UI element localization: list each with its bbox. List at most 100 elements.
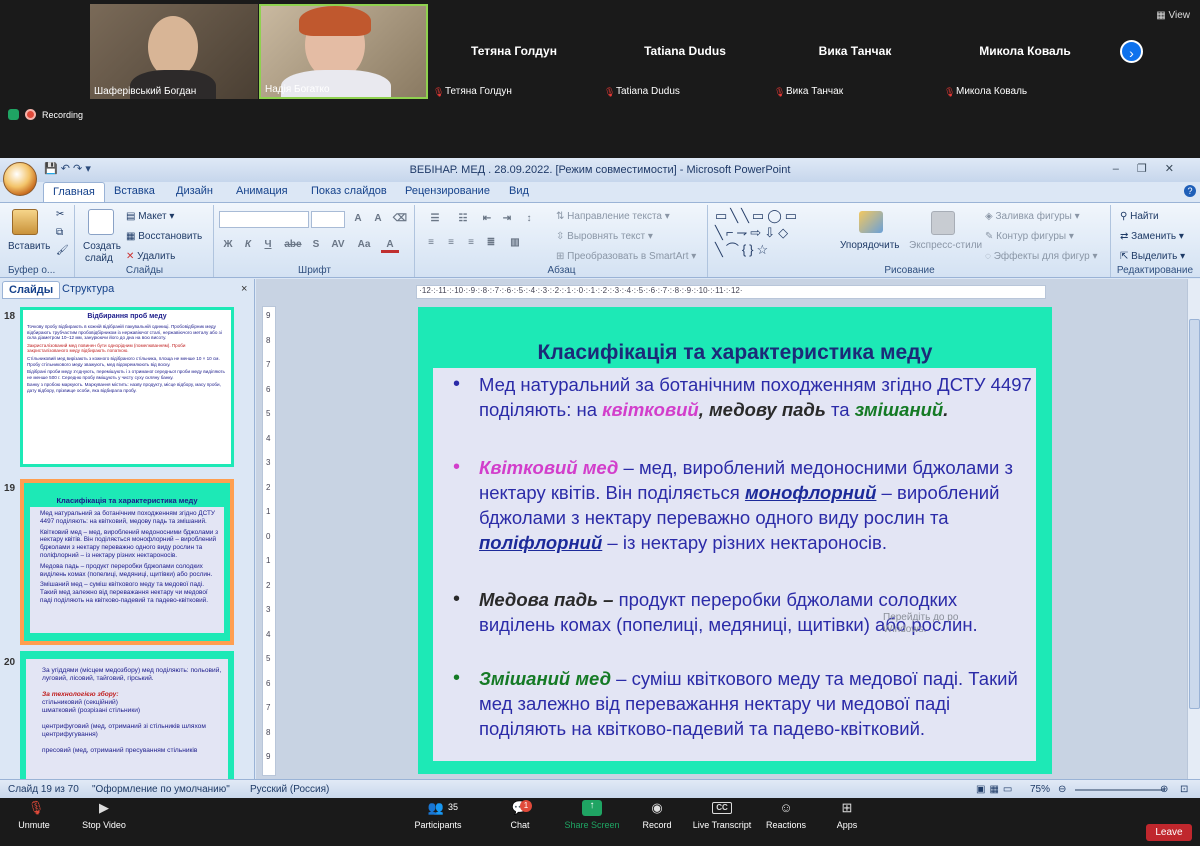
new-slide-button[interactable]: Создать [83, 241, 121, 252]
align-center-icon[interactable]: ≡ [442, 235, 460, 251]
apps-button[interactable]: Apps [830, 820, 864, 830]
character-spacing-button[interactable]: AV [327, 237, 349, 253]
select-button[interactable]: ⇱ Выделить ▾ [1120, 251, 1185, 262]
save-icon[interactable]: 💾 [44, 163, 58, 175]
clear-formatting-icon[interactable]: ⌫ [391, 211, 409, 227]
align-text-button[interactable]: ⇳ Выровнять текст ▾ [556, 231, 653, 242]
tab-slides[interactable]: Слайды [2, 281, 61, 299]
new-slide-icon[interactable] [88, 209, 114, 235]
reactions-icon[interactable]: ☺ [776, 800, 796, 816]
tab-insert[interactable]: Вставка [114, 185, 155, 197]
qat-dropdown-icon[interactable]: ▾ [85, 163, 91, 175]
normal-view-icon[interactable]: ▣ [976, 784, 989, 795]
shapes-gallery[interactable]: ▭╲╲▭◯▭ ╲⌐⇁⇨⇩◇ ╲⌒{}☆ [715, 207, 800, 258]
participants-icon[interactable]: 👥 [426, 800, 446, 816]
reset-button[interactable]: ▦ Восстановить [126, 231, 202, 242]
language[interactable]: Русский (Россия) [250, 784, 329, 795]
minimize-icon[interactable]: – [1113, 163, 1137, 175]
justify-icon[interactable]: ≣ [482, 235, 500, 251]
font-name-input[interactable] [219, 211, 309, 228]
redo-icon[interactable]: ↷ [73, 163, 82, 175]
view-buttons[interactable]: ▣▦▭ [976, 784, 1016, 795]
tab-design[interactable]: Дизайн [176, 185, 213, 197]
participant-tile-4[interactable]: Tatiana Dudus 🎙 Tatiana Dudus [600, 4, 770, 99]
participant-tile-3[interactable]: Тетяна Голдун 🎙 Тетяна Голдун [429, 4, 599, 99]
vertical-scrollbar[interactable] [1187, 279, 1200, 779]
quick-styles-icon[interactable] [931, 211, 955, 235]
copy-icon[interactable]: ⧉ [56, 227, 63, 238]
smartart-button[interactable]: ⊞ Преобразовать в SmartArt ▾ [556, 251, 696, 262]
delete-button[interactable]: ✕ Удалить [126, 251, 175, 262]
close-icon[interactable]: ✕ [1165, 163, 1192, 175]
tab-view[interactable]: Вид [509, 185, 529, 197]
shape-outline-button[interactable]: ✎ Контур фигуры ▾ [985, 231, 1074, 242]
align-right-icon[interactable]: ≡ [462, 235, 480, 251]
share-screen-icon[interactable]: ↑ [582, 800, 602, 816]
close-icon[interactable]: × [241, 283, 247, 295]
tab-animation[interactable]: Анимация [236, 185, 288, 197]
mic-muted-icon[interactable]: 🎙 [26, 800, 46, 816]
fit-to-window-icon[interactable]: ⊡ [1180, 784, 1188, 795]
tab-slideshow[interactable]: Показ слайдов [311, 185, 387, 197]
text-direction-button[interactable]: ⇅ Направление текста ▾ [556, 211, 670, 222]
participants-button[interactable]: Participants [410, 820, 466, 830]
scrollbar-thumb[interactable] [1189, 319, 1200, 709]
grow-font-icon[interactable]: A [349, 211, 367, 227]
video-camera-icon[interactable]: ▶ [94, 800, 114, 816]
help-icon[interactable]: ? [1184, 185, 1196, 197]
bullets-icon[interactable]: ☰ [422, 211, 448, 227]
slide-title[interactable]: Класифікація та характеристика меду [418, 341, 1052, 365]
tab-outline[interactable]: Структура [62, 283, 114, 295]
columns-icon[interactable]: ▥ [506, 235, 524, 251]
chat-button[interactable]: Chat [505, 820, 535, 830]
participant-tile-5[interactable]: Вика Танчак 🎙 Вика Танчак [770, 4, 940, 99]
slideshow-view-icon[interactable]: ▭ [1003, 784, 1016, 795]
shrink-font-icon[interactable]: A [369, 211, 387, 227]
align-left-icon[interactable]: ≡ [422, 235, 440, 251]
paste-icon[interactable] [12, 209, 38, 235]
zoom-slider[interactable] [1075, 789, 1165, 791]
participant-video-2[interactable]: Надія Богатко [259, 4, 428, 99]
slide-thumbnail-19-selected[interactable]: Класифікація та характеристика меду Мед … [20, 479, 234, 645]
find-button[interactable]: ⚲ Найти [1120, 211, 1159, 222]
decrease-indent-icon[interactable]: ⇤ [478, 211, 496, 227]
arrange-button[interactable]: Упорядочить [840, 240, 900, 251]
strikethrough-button[interactable]: abe [281, 237, 305, 253]
paste-button[interactable]: Вставить [8, 241, 50, 252]
zoom-in-icon[interactable]: ⊕ [1160, 784, 1168, 795]
tab-review[interactable]: Рецензирование [405, 185, 490, 197]
zoom-out-icon[interactable]: ⊖ [1058, 784, 1066, 795]
slide-content-box[interactable]: • Мед натуральний за ботанічним походжен… [433, 368, 1036, 761]
quick-styles-button[interactable]: Экспресс-стили [909, 240, 982, 251]
live-transcript-button[interactable]: Live Transcript [690, 820, 754, 830]
new-slide-button-line2[interactable]: слайд [85, 253, 113, 264]
slide-canvas[interactable]: Класифікація та характеристика меду • Ме… [418, 307, 1052, 774]
reactions-button[interactable]: Reactions [762, 820, 810, 830]
participant-video-1[interactable]: Шаферівський Богдан [90, 4, 258, 99]
slide-thumbnail-20[interactable]: За угіддями (місцем медозбору) мед поділ… [20, 651, 234, 781]
leave-button[interactable]: Leave [1146, 824, 1192, 841]
italic-button[interactable]: К [239, 237, 257, 253]
sorter-view-icon[interactable]: ▦ [989, 784, 1002, 795]
line-spacing-icon[interactable]: ↕ [520, 211, 538, 227]
bold-button[interactable]: Ж [219, 237, 237, 253]
theme-name[interactable]: "Оформление по умолчанию" [92, 784, 230, 795]
underline-button[interactable]: Ч [259, 237, 277, 253]
participant-tile-6[interactable]: Микола Коваль 🎙 Микола Коваль [940, 4, 1110, 99]
shape-effects-button[interactable]: ◌ Эффекты для фигур ▾ [985, 251, 1098, 262]
next-page-arrow-icon[interactable]: › [1120, 40, 1143, 63]
format-painter-icon[interactable]: 🖌 [56, 245, 69, 256]
slide-thumbnail-18[interactable]: Відбирання проб меду Точкову пробу відби… [20, 307, 234, 467]
font-size-input[interactable] [311, 211, 345, 228]
unmute-button[interactable]: Unmute [14, 820, 54, 830]
shape-fill-button[interactable]: ◈ Заливка фигуры ▾ [985, 211, 1080, 222]
cut-icon[interactable]: ✂ [56, 209, 64, 220]
tab-home[interactable]: Главная [43, 182, 105, 202]
window-controls[interactable]: –❐✕ [1113, 162, 1192, 175]
restore-icon[interactable]: ❐ [1137, 163, 1165, 175]
apps-icon[interactable]: ⊞ [837, 800, 857, 816]
change-case-button[interactable]: Aa [353, 237, 375, 253]
increase-indent-icon[interactable]: ⇥ [498, 211, 516, 227]
share-screen-button[interactable]: Share Screen [560, 820, 624, 830]
numbering-icon[interactable]: ☷ [450, 211, 476, 227]
